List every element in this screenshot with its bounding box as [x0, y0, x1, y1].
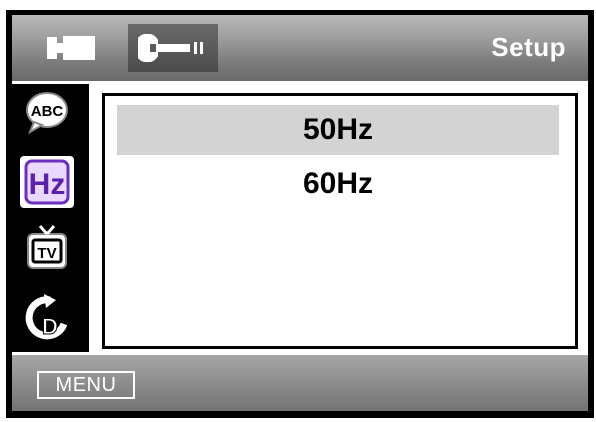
sidebar-item-language[interactable]: ABC [20, 86, 74, 138]
frequency-option-list: 50Hz 60Hz [102, 93, 578, 349]
abc-icon: ABC [26, 92, 68, 135]
wrench-icon [138, 34, 203, 62]
footer-bar: MENU [12, 355, 588, 411]
tv-out-icon: TV [27, 225, 67, 269]
menu-button[interactable]: MENU [37, 371, 135, 399]
sidebar-item-reset[interactable]: D [20, 294, 74, 346]
svg-text:D: D [42, 314, 58, 339]
page-title: Setup [491, 32, 566, 62]
hz-icon: Hz [24, 159, 70, 205]
svg-text:Hz: Hz [29, 168, 66, 201]
sidebar-item-frequency[interactable]: Hz [20, 156, 74, 208]
settings-sidebar: ABC Hz TV D [12, 84, 89, 352]
sidebar-item-tv-out[interactable]: TV [20, 224, 74, 276]
header-bar: Setup [12, 15, 588, 81]
option-60hz[interactable]: 60Hz [117, 159, 559, 209]
camera-icon [47, 36, 95, 60]
svg-text:ABC: ABC [31, 103, 64, 120]
options-panel: 50Hz 60Hz [93, 84, 588, 352]
svg-text:TV: TV [37, 245, 56, 262]
tab-setup[interactable] [128, 24, 218, 72]
tab-camera[interactable] [47, 31, 95, 65]
reset-icon: D [25, 294, 68, 340]
option-50hz[interactable]: 50Hz [117, 105, 559, 155]
